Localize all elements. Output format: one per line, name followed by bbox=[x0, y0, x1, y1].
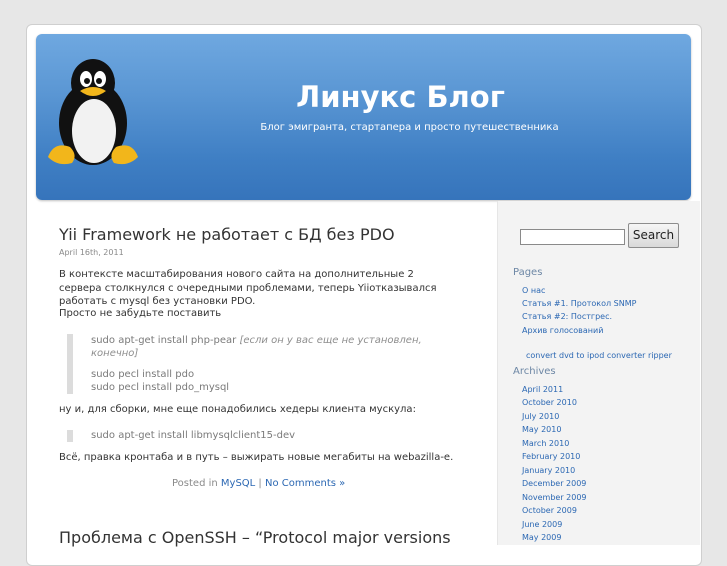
archive-link[interactable]: November 2009 bbox=[522, 493, 587, 502]
post-text-line: работать с mysql без установки PDO. bbox=[59, 296, 256, 307]
page-link-snmp[interactable]: Статья #1. Протокол SNMP bbox=[522, 299, 636, 308]
post-title[interactable]: Проблема с OpenSSH – “Protocol major ver… bbox=[59, 528, 451, 547]
archive-link[interactable]: February 2010 bbox=[522, 452, 580, 461]
archive-link[interactable]: May 2010 bbox=[522, 425, 561, 434]
post-meta: Posted in MySQL | No Comments » bbox=[172, 478, 345, 489]
pages-heading: Pages bbox=[513, 267, 543, 278]
page-link-poll-archive[interactable]: Архив голосований bbox=[522, 326, 603, 335]
comments-link[interactable]: No Comments » bbox=[265, 478, 345, 489]
search-button[interactable]: Search bbox=[628, 223, 679, 248]
archive-link[interactable]: May 2009 bbox=[522, 533, 561, 542]
meta-separator: | bbox=[255, 478, 265, 489]
archive-link[interactable]: October 2009 bbox=[522, 506, 577, 515]
code-line: sudo pecl install pdo_mysql bbox=[91, 382, 230, 393]
page-link-about[interactable]: О нас bbox=[522, 286, 545, 295]
archives-heading: Archives bbox=[513, 366, 556, 377]
code-line: sudo pecl install pdo bbox=[91, 369, 195, 380]
archive-link[interactable]: April 2011 bbox=[522, 385, 563, 394]
blockquote-bar bbox=[67, 334, 73, 394]
post-date: April 16th, 2011 bbox=[59, 248, 124, 257]
code-note: [если он у вас еще не установлен, bbox=[239, 335, 422, 346]
post-text-line: Просто не забудьте поставить bbox=[59, 308, 222, 319]
archive-link[interactable]: October 2010 bbox=[522, 398, 577, 407]
archive-link[interactable]: June 2009 bbox=[522, 520, 562, 529]
category-link[interactable]: MySQL bbox=[221, 478, 255, 489]
blog-title[interactable]: Линукс Блог bbox=[36, 80, 691, 114]
post-text-line: ну и, для сборки, мне еще понадобились х… bbox=[59, 404, 416, 415]
code-command: sudo apt-get install php-pear bbox=[91, 335, 240, 346]
blockquote-bar bbox=[67, 430, 73, 442]
code-line: sudo apt-get install php-pear [если он у… bbox=[91, 335, 422, 346]
posted-in-label: Posted in bbox=[172, 478, 221, 489]
code-line: конечно] bbox=[91, 348, 138, 359]
archive-link[interactable]: December 2009 bbox=[522, 479, 586, 488]
code-note: конечно] bbox=[91, 348, 139, 359]
promo-link[interactable]: convert dvd to ipod converter ripper bbox=[526, 351, 672, 360]
archive-link[interactable]: March 2010 bbox=[522, 439, 569, 448]
archive-link[interactable]: January 2010 bbox=[522, 466, 575, 475]
post-text-line: Всё, правка кронтаба и в путь – выжирать… bbox=[59, 452, 454, 463]
post-text-line: сервера столкнулся с очередными проблема… bbox=[59, 283, 437, 294]
post-text-line: В контексте масштабирования нового сайта… bbox=[59, 269, 414, 280]
page-link-postgres[interactable]: Статья #2: Постгрес. bbox=[522, 312, 612, 321]
archive-link[interactable]: July 2010 bbox=[522, 412, 559, 421]
search-input[interactable] bbox=[520, 229, 625, 245]
blog-tagline: Блог эмигранта, стартапера и просто путе… bbox=[260, 122, 559, 133]
code-line: sudo apt-get install libmysqlclient15-de… bbox=[91, 430, 296, 441]
post-title[interactable]: Yii Framework не работает с БД без PDO bbox=[59, 225, 395, 244]
